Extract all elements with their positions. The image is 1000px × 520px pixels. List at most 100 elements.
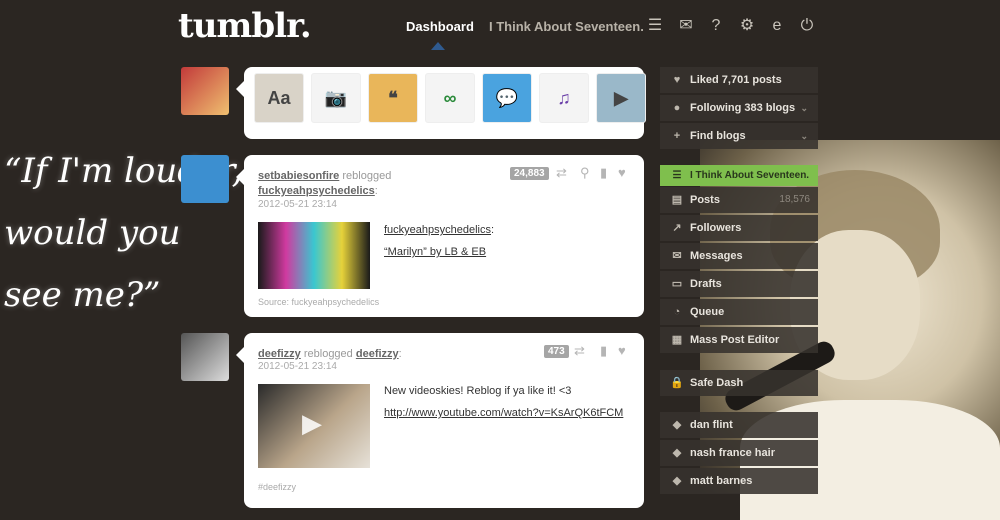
posts-icon: ▤: [671, 194, 683, 206]
list-icon: ☰: [672, 170, 682, 181]
post-avatar[interactable]: [181, 333, 229, 381]
sidebar-item-messages[interactable]: ✉ Messages: [660, 243, 818, 269]
sidebar-label: Followers: [690, 222, 742, 234]
followers-icon: ↗: [672, 222, 682, 234]
post-body-url[interactable]: http://www.youtube.com/watch?v=KsArQK6tF…: [384, 402, 623, 424]
sidebar-find-blogs[interactable]: + Find blogs ⌄: [660, 123, 818, 149]
bookmark-icon[interactable]: ▮: [600, 343, 607, 359]
sidebar-item-queue[interactable]: ◔ Queue: [660, 299, 818, 325]
queue-icon: ◔: [673, 306, 681, 318]
post-avatar[interactable]: [181, 155, 229, 203]
gear-icon[interactable]: ⚙: [737, 16, 757, 36]
heart-icon: ♥: [673, 74, 681, 86]
chevron-down-icon: ⌄: [800, 103, 808, 113]
sidebar-blog-title[interactable]: ☰ I Think About Seventeen.: [660, 165, 818, 186]
sidebar-safe-dash[interactable]: 🔒 Safe Dash: [660, 370, 818, 396]
post-type-row: Aa 📷 ❝ ∞ 💬 ♫ ▶: [254, 73, 646, 123]
bookmark-icon[interactable]: ▮: [600, 165, 607, 181]
list-icon[interactable]: ☰: [645, 16, 665, 36]
post-body-link[interactable]: fuckyeahpsychedelics: [384, 224, 491, 236]
user-avatar[interactable]: [181, 67, 229, 115]
tumblr-logo[interactable]: tumblr.: [178, 6, 312, 46]
sidebar-tag-label: nash france hair: [690, 447, 775, 459]
post-header: setbabiesonfire reblogged fuckyeahpsyche…: [258, 170, 392, 197]
chevron-down-icon: ⌄: [800, 131, 808, 141]
post-type-audio-glyph: ♫: [557, 87, 571, 108]
tag-icon: ◆: [672, 419, 682, 431]
reblog-icon[interactable]: ⇄: [556, 165, 567, 181]
nav-blog[interactable]: I Think About Seventeen.: [489, 19, 644, 34]
sidebar-following[interactable]: ● Following 383 blogs ⌄: [660, 95, 818, 121]
sidebar-item-followers[interactable]: ↗ Followers: [660, 215, 818, 241]
post-type-text-glyph: Aa: [267, 87, 291, 108]
post-author-link[interactable]: deefizzy: [258, 348, 301, 360]
post-body-text: New videoskies! Reblog if ya like it! <3: [384, 385, 572, 397]
post-type-text-icon[interactable]: Aa: [254, 73, 304, 123]
post-date: 2012-05-21 23:14: [258, 199, 337, 210]
post-type-audio-icon[interactable]: ♫: [539, 73, 589, 123]
tag-icon: ◆: [672, 475, 682, 487]
sidebar-tag[interactable]: ◆ dan flint: [660, 412, 818, 438]
help-icon[interactable]: ?: [706, 16, 726, 36]
sidebar-item-posts[interactable]: ▤ Posts 18,576: [660, 187, 818, 213]
post-type-link-icon[interactable]: ∞: [425, 73, 475, 123]
post-date: 2012-05-21 23:14: [258, 361, 337, 372]
post-tag[interactable]: #deefizzy: [258, 482, 296, 492]
edit-icon[interactable]: e: [767, 16, 787, 36]
sidebar-item-mass-post-editor[interactable]: ▦ Mass Post Editor: [660, 327, 818, 353]
post-type-quote-glyph: ❝: [388, 87, 398, 108]
sidebar-label: Queue: [690, 306, 725, 318]
heart-icon[interactable]: ♥: [618, 343, 626, 358]
sidebar-tag[interactable]: ◆ nash france hair: [660, 440, 818, 466]
post-type-link-glyph: ∞: [443, 87, 457, 108]
notes-count[interactable]: 24,883: [510, 167, 549, 180]
power-icon[interactable]: ⏻: [797, 16, 817, 36]
sidebar-tag-label: dan flint: [690, 419, 733, 431]
add-person-icon: +: [673, 130, 681, 142]
panel-arrow: [236, 81, 244, 97]
post-body: New videoskies! Reblog if ya like it! <3…: [384, 380, 623, 424]
mass-edit-icon: ▦: [671, 334, 683, 346]
lock-icon: 🔒: [670, 377, 684, 389]
post-author-link[interactable]: setbabiesonfire: [258, 170, 339, 182]
sidebar-label: Mass Post Editor: [690, 334, 780, 346]
post-type-photo-icon[interactable]: 📷: [311, 73, 361, 123]
post-source-user-link[interactable]: fuckyeahpsychedelics: [258, 185, 375, 197]
drafts-icon: ▭: [671, 278, 683, 290]
sidebar-liked[interactable]: ♥ Liked 7,701 posts: [660, 67, 818, 93]
heart-icon[interactable]: ♥: [618, 165, 626, 180]
sidebar-label: Drafts: [690, 278, 722, 290]
post-image-thumbnail[interactable]: [258, 222, 370, 289]
sidebar-tag-label: matt barnes: [690, 475, 753, 487]
panel-arrow: [236, 347, 244, 363]
post-source[interactable]: Source: fuckyeahpsychedelics: [258, 297, 379, 307]
quote-line-2: would you see me?”: [4, 213, 181, 315]
post-type-video-icon[interactable]: ▶: [596, 73, 646, 123]
sidebar-label: Liked 7,701 posts: [690, 74, 782, 86]
post-source-user-link[interactable]: deefizzy: [356, 348, 399, 360]
reblog-icon[interactable]: ⇄: [574, 343, 585, 359]
post-type-panel: Aa 📷 ❝ ∞ 💬 ♫ ▶: [236, 67, 646, 139]
tag-icon: ◆: [672, 447, 682, 459]
search-icon[interactable]: ⚲: [580, 165, 590, 181]
sidebar-label: Find blogs: [690, 130, 746, 142]
person-icon: ●: [673, 102, 681, 114]
nav-dashboard[interactable]: Dashboard: [406, 19, 474, 34]
sidebar-tag[interactable]: ◆ matt barnes: [660, 468, 818, 494]
post-header: deefizzy reblogged deefizzy:: [258, 348, 402, 360]
post-type-chat-icon[interactable]: 💬: [482, 73, 532, 123]
play-icon[interactable]: ▶: [302, 408, 322, 439]
post-body-title[interactable]: “Marilyn” by LB & EB: [384, 241, 494, 263]
post-body: fuckyeahpsychedelics: “Marilyn” by LB & …: [384, 219, 494, 263]
mail-icon[interactable]: ✉: [676, 16, 696, 36]
post-type-quote-icon[interactable]: ❝: [368, 73, 418, 123]
sidebar-label: Messages: [690, 250, 743, 262]
sidebar-label: Following 383 blogs: [690, 102, 796, 114]
post-action: reblogged: [342, 170, 392, 182]
sidebar-item-drafts[interactable]: ▭ Drafts: [660, 271, 818, 297]
notes-count[interactable]: 473: [544, 345, 569, 358]
post-card: deefizzy reblogged deefizzy: 2012-05-21 …: [236, 333, 644, 508]
post-video-thumbnail[interactable]: ▶: [258, 384, 370, 468]
post-action: reblogged: [303, 348, 353, 360]
post-type-chat-glyph: 💬: [495, 87, 519, 108]
